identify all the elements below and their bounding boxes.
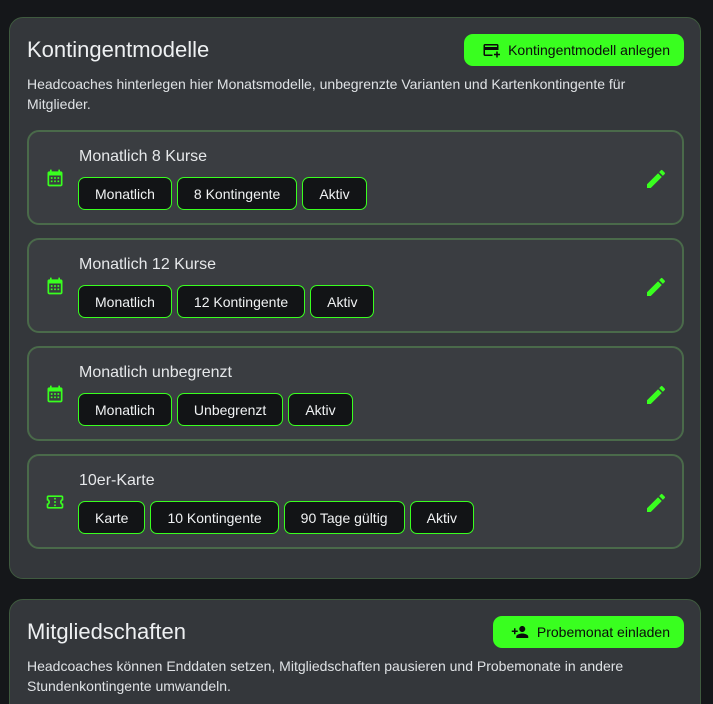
memberships-description: Headcoaches können Enddaten setzen, Mitg… xyxy=(27,658,624,694)
quota-models-title: Kontingentmodelle xyxy=(27,37,210,62)
add-quota-model-button[interactable]: Kontingentmodell anlegen xyxy=(464,34,684,66)
edit-quota-model-button[interactable] xyxy=(644,275,668,299)
chip-karte: Karte xyxy=(78,501,146,534)
card-plus-icon xyxy=(482,41,501,59)
memberships-card: Mitgliedschaften Probemonat einladen Hea… xyxy=(9,599,701,704)
quota-model-item: 10er-Karte Karte 10 Kontingente 90 Tage gül… xyxy=(27,454,684,549)
calendar-icon xyxy=(45,168,65,188)
quota-model-item: Monatlich 8 Kurse Monatlich 8 Kontingente A… xyxy=(27,130,684,225)
edit-quota-model-button[interactable] xyxy=(644,167,668,191)
quota-model-chips: Monatlich 8 Kontingente Aktiv xyxy=(78,177,367,210)
chip-monatlich: Monatlich xyxy=(78,393,172,426)
quota-model-item: Monatlich unbegrenzt Monatlich Unbegrenzt A… xyxy=(27,346,684,441)
chip-aktiv: Aktiv xyxy=(302,177,367,210)
pencil-icon xyxy=(644,385,668,410)
chip-12-kontingente: 12 Kontingente xyxy=(176,285,306,318)
chip-10-kontingente: 10 Kontingente xyxy=(150,501,279,534)
calendar-icon xyxy=(45,276,65,296)
page: Kontingentmodelle Kontingentmodell anleg… xyxy=(0,0,713,704)
chip-8-kontingente: 8 Kontingente xyxy=(176,177,298,210)
memberships-header: Mitgliedschaften Probemonat einladen xyxy=(27,616,684,650)
calendar-icon xyxy=(45,384,65,404)
quota-model-name: Monatlich 12 Kurse xyxy=(79,256,216,273)
quota-model-chips: Karte 10 Kontingente 90 Tage gültig Aktiv xyxy=(78,501,474,534)
quota-models-card: Kontingentmodelle Kontingentmodell anleg… xyxy=(9,17,701,579)
ticket-icon xyxy=(45,492,65,512)
chip-aktiv: Aktiv xyxy=(310,285,375,318)
quota-model-chips: Monatlich Unbegrenzt Aktiv xyxy=(78,393,353,426)
pencil-icon xyxy=(644,493,668,518)
quota-models-header: Kontingentmodelle Kontingentmodell anleg… xyxy=(27,34,684,68)
person-add-icon xyxy=(511,623,529,641)
add-quota-model-label: Kontingentmodell anlegen xyxy=(508,42,670,58)
quota-model-item: Monatlich 12 Kurse Monatlich 12 Kontingent… xyxy=(27,238,684,333)
quota-model-name: 10er-Karte xyxy=(79,472,155,489)
quota-model-chips: Monatlich 12 Kontingente Aktiv xyxy=(78,285,375,318)
chip-90-tage-g-ltig: 90 Tage gültig xyxy=(283,501,405,534)
quota-model-name: Monatlich 8 Kurse xyxy=(79,148,208,165)
chip-aktiv: Aktiv xyxy=(288,393,353,426)
pencil-icon xyxy=(644,169,668,194)
invite-trial-label: Probemonat einladen xyxy=(536,624,670,640)
pencil-icon xyxy=(644,277,668,302)
quota-model-name: Monatlich unbegrenzt xyxy=(79,364,232,381)
chip-monatlich: Monatlich xyxy=(78,177,172,210)
chip-aktiv: Aktiv xyxy=(409,501,474,534)
memberships-title: Mitgliedschaften xyxy=(27,619,186,644)
invite-trial-button[interactable]: Probemonat einladen xyxy=(492,616,684,648)
quota-model-list: Monatlich 8 Kurse Monatlich 8 Kontingente A… xyxy=(27,130,684,562)
quota-models-description: Headcoaches hinterlegen hier Monatsmodel… xyxy=(27,76,626,112)
edit-quota-model-button[interactable] xyxy=(644,491,668,515)
edit-quota-model-button[interactable] xyxy=(644,383,668,407)
chip-monatlich: Monatlich xyxy=(78,285,172,318)
chip-unbegrenzt: Unbegrenzt xyxy=(176,393,284,426)
